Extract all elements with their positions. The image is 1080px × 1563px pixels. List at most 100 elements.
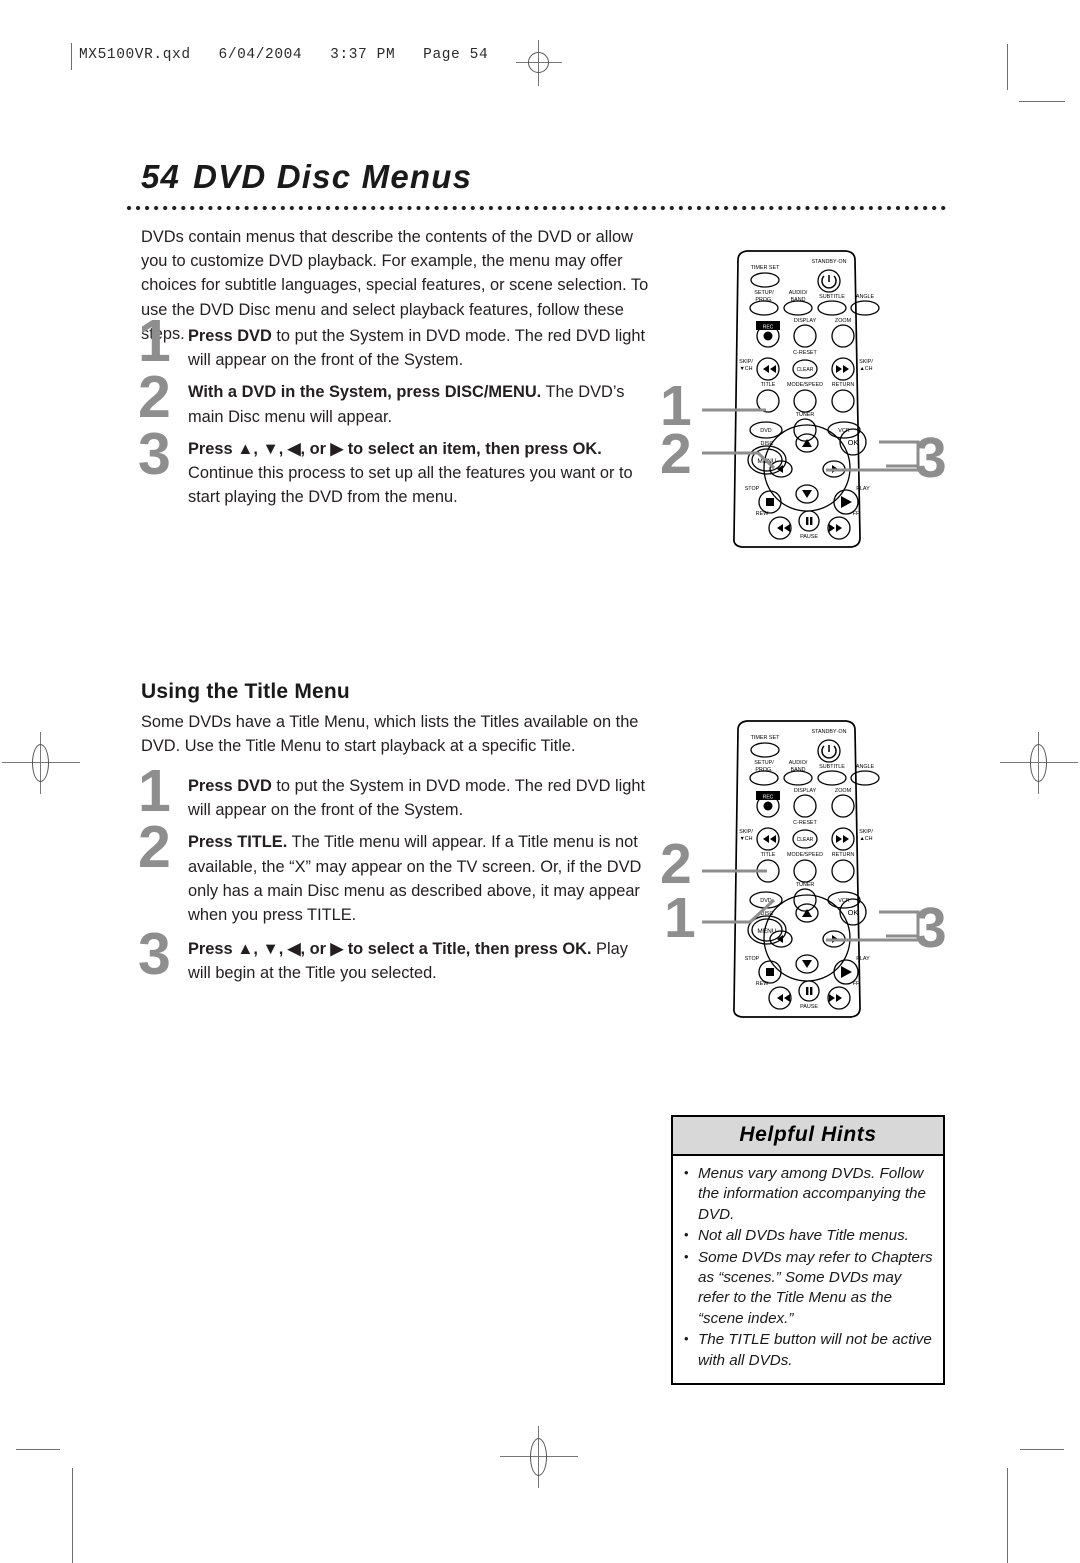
registration-mark-top-center xyxy=(516,40,562,86)
crop-mark-top-right-vertical xyxy=(1007,44,1008,90)
section-heading: Using the Title Menu xyxy=(141,680,350,703)
remote-control-graphic: REC TIMER SET STANDBY·ON SETUP/PROG. AUD… xyxy=(702,250,920,548)
title-label: TITLE xyxy=(761,852,776,858)
pause-label: PAUSE xyxy=(800,534,818,540)
step-number: 3 xyxy=(138,921,171,988)
tuner-label: TUNER xyxy=(796,882,815,888)
page-title-text: DVD Disc Menus xyxy=(193,158,473,195)
prog-label: PROG. xyxy=(755,297,772,303)
display-label: DISPLAY xyxy=(794,788,817,794)
ff-label: FF xyxy=(853,981,860,987)
step-bold-text: With a DVD in the System, press DISC/MEN… xyxy=(188,383,542,402)
vcr-label: VCR xyxy=(838,428,849,434)
angle-label: ANGLE xyxy=(856,294,875,300)
timer-set-label: TIMER SET xyxy=(751,735,780,741)
callout-2: 2 xyxy=(660,832,692,896)
setup-label: SETUP/ xyxy=(754,290,774,296)
dvd-label: DVD xyxy=(760,428,771,434)
crop-mark-bottom-right-vertical xyxy=(1007,1468,1008,1563)
remote-control-graphic: REC TIMER SET STANDBY·ON SETUP/PROG. AUD… xyxy=(702,720,920,1018)
step-text: Press TITLE. The Title menu will appear.… xyxy=(188,830,655,927)
play-label: PLAY xyxy=(856,486,870,492)
step-item: 3 Press ▲, ▼, ◀, or ▶ to select an item,… xyxy=(138,424,655,510)
step-number: 2 xyxy=(138,814,171,881)
dotted-divider xyxy=(126,205,950,212)
tuner-label: TUNER xyxy=(796,412,815,418)
c-reset-label: C-RESET xyxy=(793,350,817,356)
hint-item: Menus vary among DVDs. Follow the inform… xyxy=(682,1163,934,1225)
skip-down-label: SKIP/ xyxy=(739,829,753,835)
registration-mark-left-middle xyxy=(2,732,80,794)
skip-up-label: SKIP/ xyxy=(859,829,873,835)
helpful-hints-box: Helpful Hints Menus vary among DVDs. Fol… xyxy=(671,1115,945,1386)
callout-3: 3 xyxy=(915,896,947,960)
setup-label: SETUP/ xyxy=(754,760,774,766)
standby-on-label: STANDBY·ON xyxy=(812,729,847,735)
manual-page: MX5100VR.qxd 6/04/2004 3:37 PM Page 54 5… xyxy=(0,0,1080,1563)
callout-1: 1 xyxy=(664,886,696,950)
ok-label: OK xyxy=(848,908,859,917)
audio-label: AUDIO/ xyxy=(789,290,808,296)
mode-speed-label: MODE/SPEED xyxy=(787,852,823,858)
return-label: RETURN xyxy=(832,382,855,388)
disc-label: DISC xyxy=(761,441,774,447)
step-bold-text: Press ▲, ▼, ◀, or ▶ to select an item, t… xyxy=(188,439,602,458)
section-intro-paragraph: Some DVDs have a Title Menu, which lists… xyxy=(141,713,639,756)
step-text: Press ▲, ▼, ◀, or ▶ to select an item, t… xyxy=(188,437,655,510)
crop-mark-bottom-left-horizontal xyxy=(16,1449,60,1450)
registration-mark-right-middle xyxy=(1000,732,1078,794)
subtitle-label: SUBTITLE xyxy=(819,294,845,300)
vcr-label: VCR xyxy=(838,898,849,904)
callout-2: 2 xyxy=(660,422,692,486)
ff-label: FF xyxy=(853,511,860,517)
registration-mark-bottom-center xyxy=(500,1426,578,1488)
helpful-hints-list: Menus vary among DVDs. Follow the inform… xyxy=(673,1156,943,1383)
ch-down-label: ▼CH xyxy=(739,836,752,842)
skip-up-label: SKIP/ xyxy=(859,359,873,365)
rew-label: REW xyxy=(756,511,769,517)
step-text: With a DVD in the System, press DISC/MEN… xyxy=(188,380,655,428)
pause-label: PAUSE xyxy=(800,1004,818,1010)
step-number: 2 xyxy=(138,364,171,431)
zoom-label: ZOOM xyxy=(835,788,852,794)
step-bold-text: Press DVD xyxy=(188,327,272,345)
ch-up-label: ▲CH xyxy=(859,836,872,842)
stop-label: STOP xyxy=(745,956,760,962)
play-label: PLAY xyxy=(856,956,870,962)
disc-menu-steps: 1 Press DVD to put the System in DVD mod… xyxy=(138,312,655,510)
helpful-hints-title: Helpful Hints xyxy=(673,1117,943,1156)
step-bold-text: Press DVD xyxy=(188,777,272,795)
rec-label: REC xyxy=(763,795,774,801)
standby-on-label: STANDBY·ON xyxy=(812,259,847,265)
step-rest-text: Continue this process to set up all the … xyxy=(188,464,633,507)
step-text: Press DVD to put the System in DVD mode.… xyxy=(188,774,655,822)
step-bold-text: Press TITLE. xyxy=(188,833,288,852)
prog-label: PROG. xyxy=(755,767,772,773)
clear-label: CLEAR xyxy=(797,367,814,373)
callout-3: 3 xyxy=(915,426,947,490)
step-item: 2 With a DVD in the System, press DISC/M… xyxy=(138,368,655,428)
menu-label: MENU xyxy=(757,928,776,935)
hint-item: Not all DVDs have Title menus. xyxy=(682,1225,934,1246)
crop-mark-top-left-vertical xyxy=(71,43,72,70)
ch-down-label: ▼CH xyxy=(739,366,752,372)
step-number: 3 xyxy=(138,420,171,487)
crop-mark-top-right-horizontal xyxy=(1019,101,1065,102)
page-number: 54 xyxy=(141,158,181,195)
remote-illustration-title-menu: REC TIMER SET STANDBY·ON SETUP/PROG. AUD… xyxy=(650,708,950,1038)
band-label: BAND xyxy=(791,297,806,303)
step-number: 1 xyxy=(138,758,171,824)
page-title: 54 DVD Disc Menus xyxy=(141,158,472,196)
step-item: 1 Press DVD to put the System in DVD mod… xyxy=(138,312,655,372)
mode-speed-label: MODE/SPEED xyxy=(787,382,823,388)
timer-set-label: TIMER SET xyxy=(751,265,780,271)
step-text: Press DVD to put the System in DVD mode.… xyxy=(188,324,655,372)
crop-mark-bottom-left-vertical xyxy=(72,1468,73,1563)
title-menu-section: Using the Title Menu Some DVDs have a Ti… xyxy=(141,680,655,758)
c-reset-label: C-RESET xyxy=(793,820,817,826)
clear-label: CLEAR xyxy=(797,837,814,843)
hint-item: The TITLE button will not be active with… xyxy=(682,1329,934,1371)
subtitle-label: SUBTITLE xyxy=(819,764,845,770)
step-number: 1 xyxy=(138,308,171,374)
print-header-text: MX5100VR.qxd 6/04/2004 3:37 PM Page 54 xyxy=(79,47,489,63)
